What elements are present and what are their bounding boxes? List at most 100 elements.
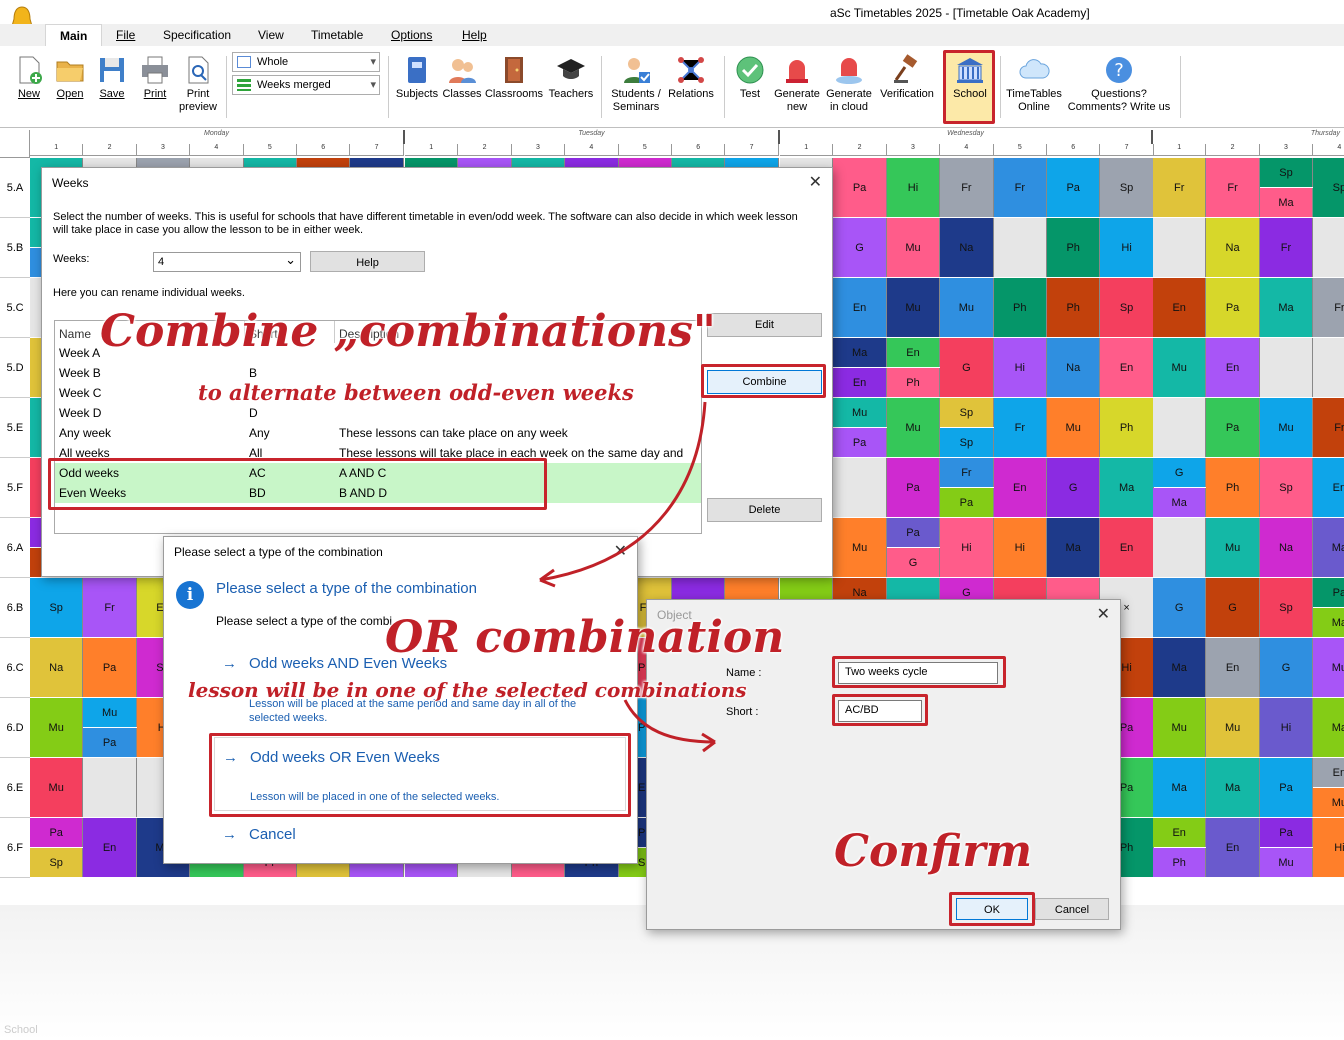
close-icon[interactable]: ✕ xyxy=(1097,604,1110,624)
class-row-label[interactable]: 6.C xyxy=(0,638,30,698)
test-button[interactable]: Test xyxy=(732,50,768,101)
lesson-cell[interactable]: Fr xyxy=(1313,398,1344,457)
edit-button[interactable]: Edit xyxy=(707,313,822,337)
lesson-cell[interactable]: Mu xyxy=(30,698,84,757)
lesson-cell[interactable]: Fr xyxy=(940,458,994,487)
lesson-cell[interactable]: Ma xyxy=(1153,488,1207,517)
lesson-cell[interactable]: Na xyxy=(1047,338,1101,397)
lesson-cell[interactable]: G xyxy=(1259,638,1314,697)
lesson-cell[interactable]: Ma xyxy=(833,338,887,367)
print-preview-button[interactable]: Print preview xyxy=(176,50,220,114)
lesson-cell[interactable]: Fr xyxy=(1206,158,1260,217)
cancel-button[interactable]: Cancel xyxy=(1035,898,1109,920)
tab-file[interactable]: File xyxy=(116,28,135,42)
save-button[interactable]: Save xyxy=(95,50,129,101)
lesson-cell[interactable]: G xyxy=(833,218,887,277)
class-row-label[interactable]: 6.A xyxy=(0,518,30,578)
class-row-label[interactable]: 5.F xyxy=(0,458,30,518)
tab-view[interactable]: View xyxy=(258,28,284,42)
lesson-cell[interactable]: Pa xyxy=(1259,818,1314,847)
lesson-cell[interactable]: Sp xyxy=(1259,578,1314,637)
lesson-cell[interactable]: En xyxy=(993,458,1047,517)
classrooms-button[interactable]: Classrooms xyxy=(484,50,544,101)
lesson-cell[interactable]: Pa xyxy=(83,728,137,757)
lesson-cell[interactable]: Ph xyxy=(1206,458,1260,517)
lesson-cell[interactable]: Mu xyxy=(30,758,84,817)
lesson-cell[interactable]: Mu xyxy=(1153,698,1207,757)
lesson-cell[interactable]: Pa xyxy=(833,158,887,217)
open-button[interactable]: Open xyxy=(52,50,88,101)
lesson-cell[interactable]: Pa xyxy=(30,818,84,847)
lesson-cell[interactable]: Fr xyxy=(1259,218,1314,277)
lesson-cell[interactable]: Hi xyxy=(993,338,1047,397)
lesson-cell[interactable]: Na xyxy=(1206,218,1260,277)
lesson-cell[interactable]: G xyxy=(1206,578,1260,637)
lesson-cell[interactable]: Sp xyxy=(1259,458,1314,517)
tab-main[interactable]: Main xyxy=(45,24,103,46)
combine-button[interactable]: Combine xyxy=(707,370,822,394)
lesson-cell[interactable]: Ma xyxy=(1047,518,1101,577)
lesson-cell[interactable]: Fr xyxy=(1153,158,1207,217)
lesson-cell[interactable]: Mu xyxy=(1206,518,1260,577)
print-button[interactable]: Print xyxy=(137,50,173,101)
class-row-label[interactable]: 5.B xyxy=(0,218,30,278)
lesson-cell[interactable]: En xyxy=(1100,518,1154,577)
lesson-cell[interactable]: G xyxy=(1153,578,1207,637)
relations-button[interactable]: Relations xyxy=(665,50,717,101)
lesson-cell[interactable]: Hi xyxy=(1259,698,1314,757)
lesson-cell[interactable]: Sp xyxy=(1100,158,1154,217)
lesson-cell[interactable]: Na xyxy=(940,218,994,277)
lesson-cell[interactable]: Sp xyxy=(1259,158,1314,187)
lesson-cell[interactable]: Hi xyxy=(1313,818,1344,877)
class-row-label[interactable]: 6.D xyxy=(0,698,30,758)
lesson-cell[interactable] xyxy=(833,458,887,517)
lesson-cell[interactable]: Pa xyxy=(833,428,887,457)
lesson-cell[interactable]: En xyxy=(1206,338,1260,397)
lesson-cell[interactable]: Ph xyxy=(1047,218,1101,277)
lesson-cell[interactable]: Sp xyxy=(1100,278,1154,337)
class-row-label[interactable]: 6.F xyxy=(0,818,30,878)
view-scope-combo[interactable]: Whole xyxy=(232,52,380,72)
lesson-cell[interactable]: Sp xyxy=(1313,158,1344,217)
questions-button[interactable]: ? Questions? Comments? Write us xyxy=(1064,50,1174,114)
lesson-cell[interactable]: En xyxy=(83,818,137,877)
lesson-cell[interactable]: Hi xyxy=(886,158,941,217)
new-button[interactable]: New xyxy=(12,50,46,101)
lesson-cell[interactable]: Ma xyxy=(1259,188,1314,217)
lesson-cell[interactable]: Ph xyxy=(886,368,941,397)
lesson-cell[interactable] xyxy=(1153,398,1207,457)
close-icon[interactable]: ✕ xyxy=(809,172,822,192)
delete-button[interactable]: Delete xyxy=(707,498,822,522)
lesson-cell[interactable]: Ph xyxy=(1153,848,1207,877)
close-icon[interactable]: ✕ xyxy=(614,541,627,561)
lesson-cell[interactable] xyxy=(1259,338,1314,397)
lesson-cell[interactable]: Mu xyxy=(1259,848,1314,877)
lesson-cell[interactable]: Fr xyxy=(993,398,1047,457)
generate-cloud-button[interactable]: Generate in cloud xyxy=(823,50,875,114)
lesson-cell[interactable]: G xyxy=(886,548,941,577)
lesson-cell[interactable]: Fr xyxy=(83,578,137,637)
lesson-cell[interactable]: Mu xyxy=(1313,788,1344,817)
generate-new-button[interactable]: Generate new xyxy=(771,50,823,114)
lesson-cell[interactable]: Mu xyxy=(886,398,941,457)
lesson-cell[interactable]: Pa xyxy=(886,458,941,517)
lesson-cell[interactable]: Mu xyxy=(1153,338,1207,397)
lesson-cell[interactable]: En xyxy=(1206,818,1260,877)
help-button[interactable]: Help xyxy=(310,251,425,272)
lesson-cell[interactable]: Fr xyxy=(1313,278,1344,337)
weeks-count-select[interactable]: 4 xyxy=(153,252,301,272)
verification-button[interactable]: Verification xyxy=(876,50,938,101)
lesson-cell[interactable]: Na xyxy=(1259,518,1314,577)
timetables-online-button[interactable]: TimeTables Online xyxy=(1004,50,1064,114)
weeks-view-combo[interactable]: Weeks merged xyxy=(232,75,380,95)
lesson-cell[interactable]: Sp xyxy=(30,578,84,637)
lesson-cell[interactable] xyxy=(83,758,137,817)
lesson-cell[interactable]: G xyxy=(940,338,994,397)
lesson-cell[interactable]: Pa xyxy=(83,638,137,697)
lesson-cell[interactable]: Mu xyxy=(1259,398,1314,457)
lesson-cell[interactable]: Mu xyxy=(886,278,941,337)
lesson-cell[interactable]: Ma xyxy=(1206,758,1260,817)
lesson-cell[interactable]: Ma xyxy=(1100,458,1154,517)
lesson-cell[interactable]: Sp xyxy=(940,398,994,427)
lesson-cell[interactable]: Pa xyxy=(1206,398,1260,457)
